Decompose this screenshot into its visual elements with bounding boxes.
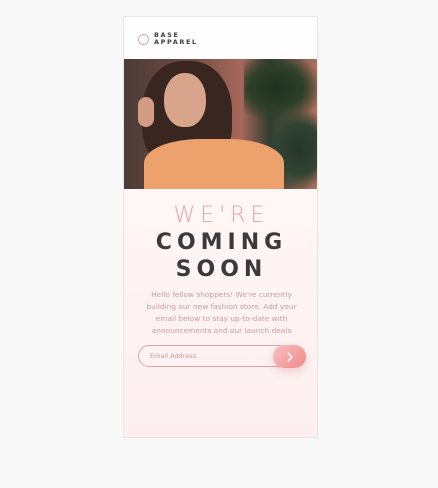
email-field[interactable] (138, 345, 290, 367)
email-form (138, 345, 306, 369)
title-line-1: WE'RE (173, 203, 270, 228)
hero-image (124, 59, 317, 189)
title-line-3: SOON (175, 257, 268, 282)
shirt (144, 139, 284, 189)
header: BASE APPAREL (124, 17, 317, 59)
circle-outline-icon (138, 33, 149, 45)
face (164, 73, 206, 127)
submit-button[interactable] (273, 345, 306, 368)
brand-name-line2: APPAREL (154, 38, 198, 46)
page-title: WE'RE COMING SOON (124, 203, 317, 283)
brand-name: BASE APPAREL (154, 32, 198, 46)
brand-logo[interactable]: BASE APPAREL (138, 32, 198, 46)
description-text: Hello fellow shoppers! We're currently b… (146, 290, 297, 335)
chevron-right-icon (286, 351, 293, 362)
mobile-frame: BASE APPAREL WE'RE COMING SOON Hello fel… (123, 16, 318, 438)
hand (138, 97, 154, 127)
title-line-2: COMING (155, 230, 288, 255)
